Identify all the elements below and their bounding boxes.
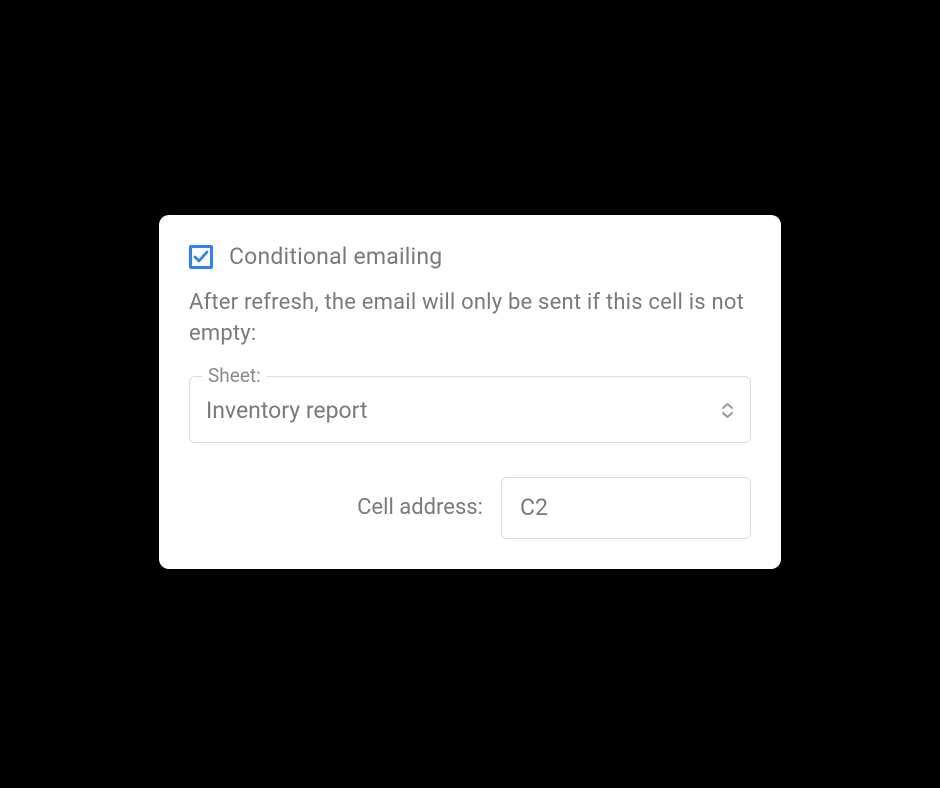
sheet-select-value: Inventory report xyxy=(206,397,368,424)
sheet-select-inner: Inventory report xyxy=(190,377,750,442)
chevron-down-icon xyxy=(721,411,734,419)
conditional-emailing-checkbox[interactable] xyxy=(189,245,213,269)
conditional-emailing-panel: Conditional emailing After refresh, the … xyxy=(159,215,781,569)
description-text: After refresh, the email will only be se… xyxy=(189,288,751,350)
checkmark-icon xyxy=(192,248,210,266)
chevron-up-icon xyxy=(721,402,734,410)
checkbox-label: Conditional emailing xyxy=(229,243,442,270)
sheet-select[interactable]: Sheet: Inventory report xyxy=(189,376,751,443)
sheet-select-legend: Sheet: xyxy=(202,364,267,387)
cell-address-row: Cell address: xyxy=(189,477,751,539)
select-stepper-icon xyxy=(721,402,734,419)
cell-address-input[interactable] xyxy=(501,477,751,539)
header-row: Conditional emailing xyxy=(189,243,751,270)
cell-address-label: Cell address: xyxy=(357,495,483,520)
